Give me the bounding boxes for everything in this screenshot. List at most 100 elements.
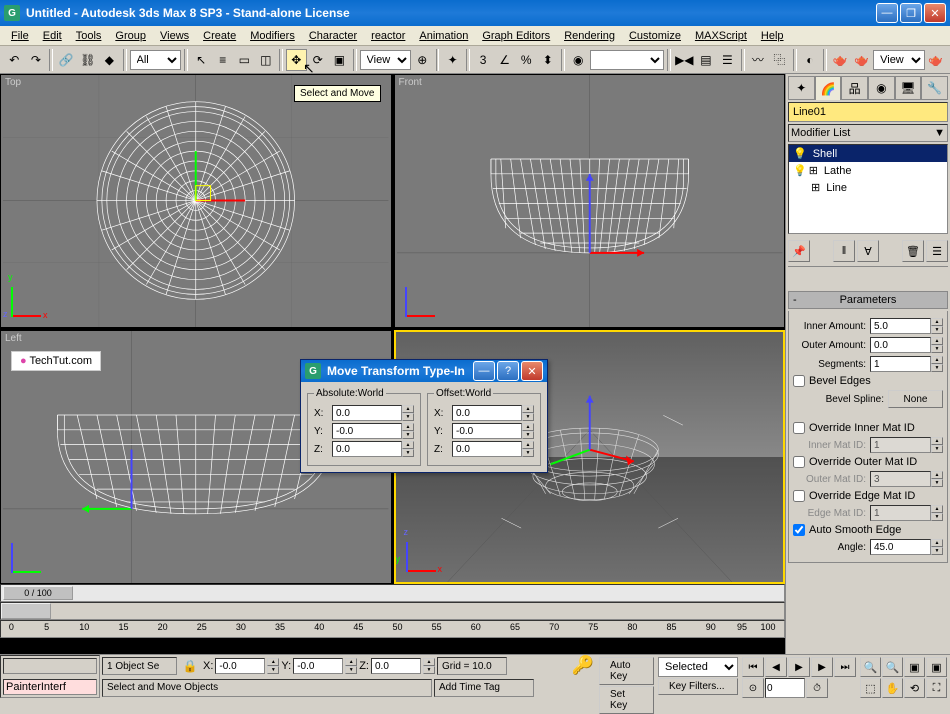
auto-key-button[interactable]: Auto Key bbox=[599, 657, 654, 685]
key-mode-dropdown[interactable]: Selected bbox=[658, 657, 738, 677]
select-button[interactable]: ↖ bbox=[191, 49, 212, 71]
current-frame-input[interactable] bbox=[765, 678, 805, 698]
modifier-shell[interactable]: 💡Shell bbox=[789, 145, 947, 162]
spinner-snap-button[interactable]: ⬍ bbox=[538, 49, 559, 71]
goto-start-button[interactable]: ⏮ bbox=[742, 657, 764, 677]
close-button[interactable]: ✕ bbox=[924, 3, 946, 23]
menu-edit[interactable]: Edit bbox=[36, 28, 69, 44]
abs-z-up[interactable]: ▲ bbox=[402, 441, 414, 449]
override-inner-checkbox[interactable] bbox=[793, 422, 805, 434]
key-mode-toggle[interactable]: ⊙ bbox=[742, 678, 764, 698]
segments-input[interactable] bbox=[870, 356, 931, 372]
menu-tools[interactable]: Tools bbox=[69, 28, 109, 44]
region-zoom-button[interactable]: ⬚ bbox=[860, 678, 881, 698]
goto-end-button[interactable]: ⏭ bbox=[834, 657, 856, 677]
render-button[interactable]: 🫖 bbox=[926, 49, 947, 71]
maximize-viewport-button[interactable]: ⛶ bbox=[926, 678, 947, 698]
abs-z-input[interactable] bbox=[332, 441, 402, 457]
quick-render-button[interactable]: 🫖 bbox=[852, 49, 873, 71]
configure-sets-button[interactable]: ☰ bbox=[926, 240, 948, 262]
pivot-button[interactable]: ⊕ bbox=[412, 49, 433, 71]
snap-button[interactable]: 3 bbox=[473, 49, 494, 71]
align-button[interactable]: ▤ bbox=[696, 49, 717, 71]
off-z-up[interactable]: ▲ bbox=[522, 441, 534, 449]
off-x-up[interactable]: ▲ bbox=[522, 405, 534, 413]
bevel-spline-button[interactable]: None bbox=[888, 390, 943, 408]
off-y-input[interactable] bbox=[452, 423, 522, 439]
menu-views[interactable]: Views bbox=[153, 28, 196, 44]
menu-reactor[interactable]: reactor bbox=[364, 28, 412, 44]
percent-snap-button[interactable]: % bbox=[516, 49, 537, 71]
modifier-lathe[interactable]: 💡⊞Lathe bbox=[789, 162, 947, 179]
abs-z-down[interactable]: ▼ bbox=[402, 449, 414, 457]
menu-rendering[interactable]: Rendering bbox=[557, 28, 622, 44]
play-button[interactable]: ▶ bbox=[788, 657, 810, 677]
abs-y-input[interactable] bbox=[332, 423, 402, 439]
object-name-input[interactable] bbox=[788, 102, 948, 122]
remove-modifier-button[interactable]: 🗑 bbox=[902, 240, 924, 262]
viewport-front[interactable]: Front bbox=[394, 74, 786, 328]
key-filters-button[interactable]: Key Filters... bbox=[658, 678, 738, 695]
time-config-button[interactable]: ⏱ bbox=[806, 678, 828, 698]
angle-snap-button[interactable]: ∠ bbox=[494, 49, 515, 71]
menu-file[interactable]: File bbox=[4, 28, 36, 44]
modifier-list-dropdown[interactable]: Modifier List▼ bbox=[788, 124, 948, 142]
off-z-input[interactable] bbox=[452, 441, 522, 457]
dialog-minimize-button[interactable]: — bbox=[473, 361, 495, 381]
visibility-icon[interactable]: 💡 bbox=[793, 164, 807, 177]
minimize-button[interactable]: — bbox=[876, 3, 898, 23]
modify-tab[interactable]: 🌈 bbox=[815, 76, 842, 100]
make-unique-button[interactable]: ∀ bbox=[857, 240, 879, 262]
menu-create[interactable]: Create bbox=[196, 28, 243, 44]
time-slider-handle[interactable]: 0 / 100 bbox=[3, 586, 73, 600]
outer-amount-input[interactable] bbox=[870, 337, 931, 353]
parameters-rollout-header[interactable]: -Parameters bbox=[788, 291, 948, 309]
material-editor-button[interactable]: ◐ bbox=[800, 49, 821, 71]
create-tab[interactable]: ✦ bbox=[788, 76, 815, 100]
abs-x-down[interactable]: ▼ bbox=[402, 413, 414, 421]
off-x-down[interactable]: ▼ bbox=[522, 413, 534, 421]
render-scene-button[interactable]: 🫖 bbox=[830, 49, 851, 71]
undo-button[interactable]: ↶ bbox=[4, 49, 25, 71]
override-edge-checkbox[interactable] bbox=[793, 490, 805, 502]
time-ruler[interactable]: 0510152025303540455055606570758085909510… bbox=[0, 620, 785, 638]
named-sel-button[interactable]: ◉ bbox=[568, 49, 589, 71]
curve-editor-button[interactable]: 〰 bbox=[748, 49, 769, 71]
modifier-line[interactable]: ⊞Line bbox=[789, 179, 947, 196]
dialog-help-button[interactable]: ? bbox=[497, 361, 519, 381]
menu-group[interactable]: Group bbox=[108, 28, 153, 44]
dialog-close-button[interactable]: ✕ bbox=[521, 361, 543, 381]
selection-filter-dropdown[interactable]: All bbox=[130, 50, 181, 70]
lock-selection-button[interactable]: 🔒 bbox=[179, 655, 201, 677]
schematic-button[interactable]: ⿻ bbox=[769, 49, 790, 71]
visibility-icon[interactable]: 💡 bbox=[793, 147, 807, 160]
script-listener[interactable]: PainterInterf bbox=[3, 679, 97, 695]
next-frame-button[interactable]: ▶ bbox=[811, 657, 833, 677]
abs-y-up[interactable]: ▲ bbox=[402, 423, 414, 431]
menu-maxscript[interactable]: MAXScript bbox=[688, 28, 754, 44]
render-view-dropdown[interactable]: View bbox=[873, 50, 924, 70]
abs-x-up[interactable]: ▲ bbox=[402, 405, 414, 413]
abs-y-down[interactable]: ▼ bbox=[402, 431, 414, 439]
select-name-button[interactable]: ≡ bbox=[212, 49, 233, 71]
menu-help[interactable]: Help bbox=[754, 28, 791, 44]
layers-button[interactable]: ☰ bbox=[717, 49, 738, 71]
bevel-edges-checkbox[interactable] bbox=[793, 375, 805, 387]
select-scale-button[interactable]: ▣ bbox=[329, 49, 350, 71]
coord-x-input[interactable] bbox=[215, 658, 265, 674]
manipulate-button[interactable]: ✦ bbox=[442, 49, 463, 71]
window-crossing-button[interactable]: ◫ bbox=[256, 49, 277, 71]
unlink-button[interactable]: ⛓ bbox=[78, 49, 99, 71]
menu-customize[interactable]: Customize bbox=[622, 28, 688, 44]
named-sel-dropdown[interactable] bbox=[590, 50, 665, 70]
menu-character[interactable]: Character bbox=[302, 28, 364, 44]
abs-x-input[interactable] bbox=[332, 405, 402, 421]
prev-frame-button[interactable]: ◀ bbox=[765, 657, 787, 677]
utilities-tab[interactable]: 🔧 bbox=[921, 76, 948, 100]
pin-stack-button[interactable]: 📌 bbox=[788, 240, 810, 262]
modifier-stack[interactable]: 💡Shell 💡⊞Lathe ⊞Line bbox=[788, 144, 948, 234]
redo-button[interactable]: ↷ bbox=[26, 49, 47, 71]
off-y-up[interactable]: ▲ bbox=[522, 423, 534, 431]
bind-button[interactable]: ◆ bbox=[99, 49, 120, 71]
zoom-extents-button[interactable]: ▣ bbox=[904, 657, 925, 677]
